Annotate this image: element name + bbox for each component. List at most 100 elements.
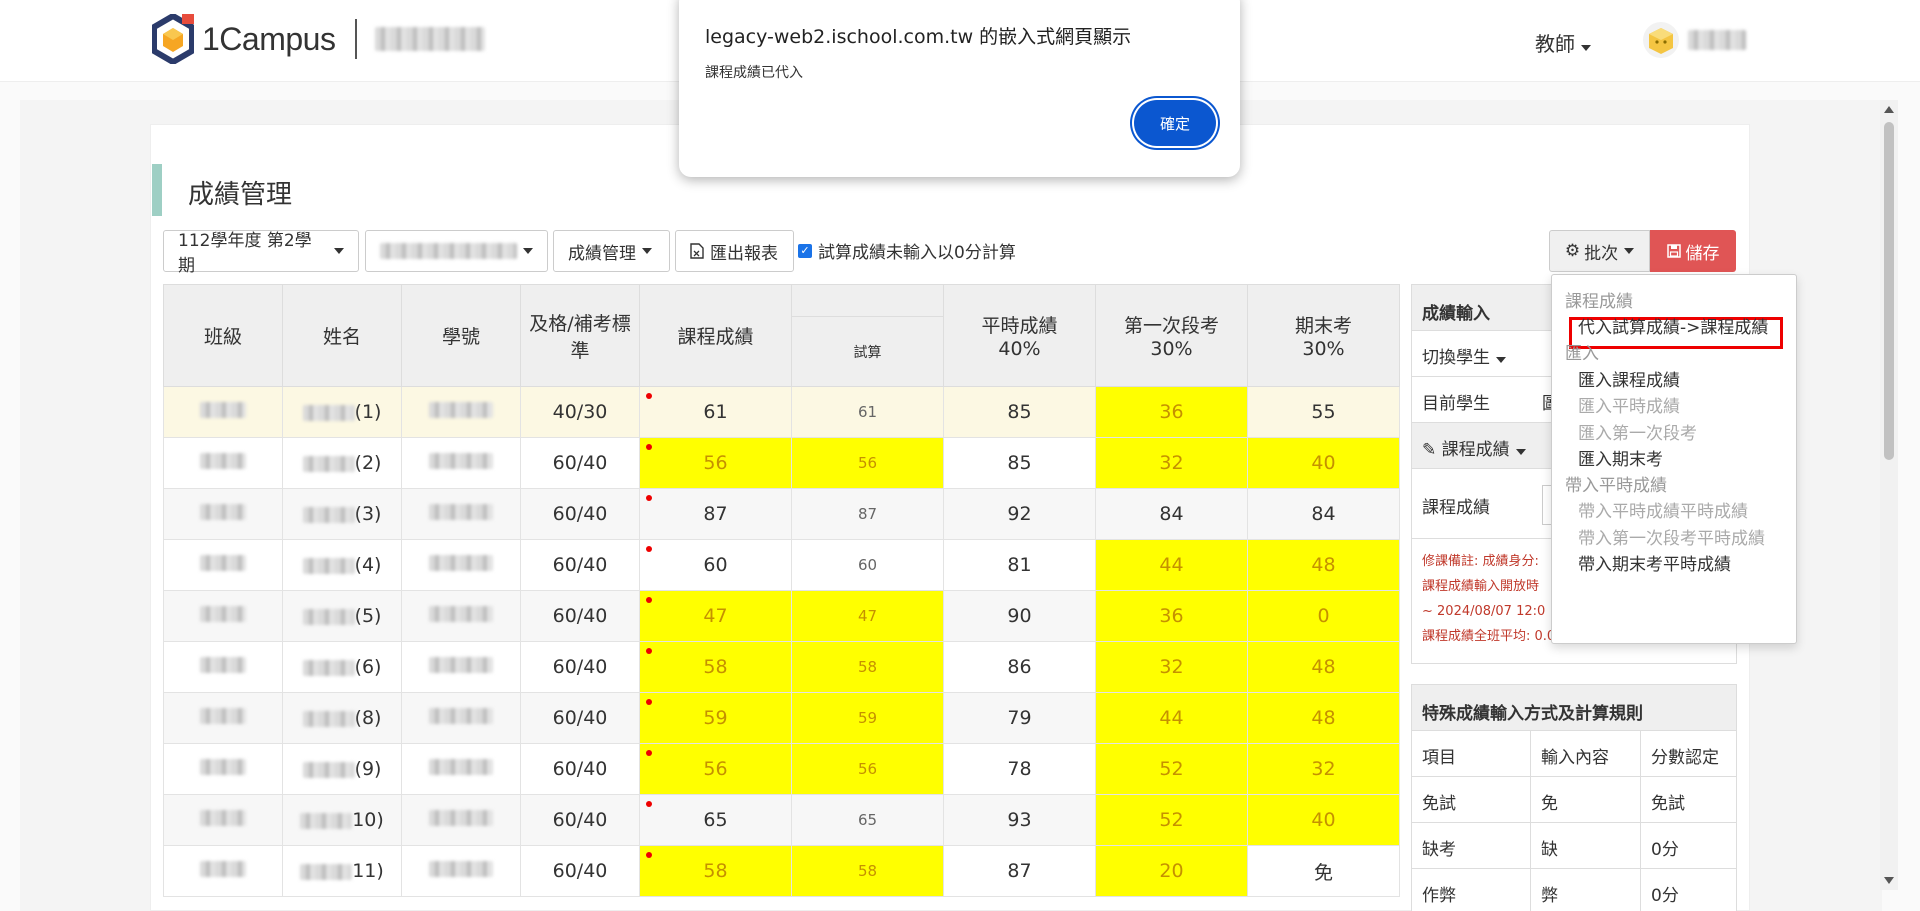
id-redacted xyxy=(429,657,493,673)
zero-score-option[interactable]: ✓ 試算成績未輸入以0分計算 xyxy=(798,238,1016,263)
logo[interactable]: 1Campus xyxy=(152,14,486,64)
name-redacted xyxy=(302,710,355,727)
daily-value: 86 xyxy=(1007,656,1032,678)
mid-value: 44 xyxy=(1159,707,1184,729)
name-redacted xyxy=(302,659,355,676)
cell-name: (3) xyxy=(282,488,402,540)
page-scrollbar[interactable] xyxy=(1880,100,1898,890)
caret-down-icon xyxy=(523,248,533,254)
cell-course[interactable]: 58 xyxy=(639,641,792,693)
table-row[interactable]: (4) 60/40 60 60 81 44 48 xyxy=(163,539,1400,591)
rule-score: 免試 xyxy=(1651,794,1685,814)
name-redacted xyxy=(300,812,353,829)
dialog-ok-button[interactable]: 確定 xyxy=(1134,100,1216,146)
final-pct: 30% xyxy=(1302,338,1345,360)
cell-standard: 60/40 xyxy=(520,845,640,897)
standard-value: 60/40 xyxy=(552,503,608,525)
menu-item[interactable]: 帶入期末考平時成績 xyxy=(1552,544,1796,576)
cell-course[interactable]: 56 xyxy=(639,437,792,489)
course-name-redacted xyxy=(380,243,517,259)
grade-management-dropdown[interactable]: 成績管理 xyxy=(553,230,670,272)
col-header-name: 姓名 xyxy=(282,284,402,387)
scroll-thumb[interactable] xyxy=(1884,122,1894,460)
cell-course[interactable]: 60 xyxy=(639,539,792,591)
course-grade-dropdown-label: 課程成績 xyxy=(1441,440,1510,460)
cell-trial: 56 xyxy=(791,437,944,489)
cell-standard: 60/40 xyxy=(520,590,640,642)
cell-name: (6) xyxy=(282,641,402,693)
cell-mid: 32 xyxy=(1095,437,1248,489)
cell-course[interactable]: 47 xyxy=(639,590,792,642)
semester-dropdown[interactable]: 112學年度 第2學期 xyxy=(163,230,359,276)
table-row[interactable]: (1) 40/30 61 61 85 36 55 xyxy=(163,386,1400,438)
course-grade-field-label: 課程成績 xyxy=(1422,498,1490,518)
modified-dot-icon xyxy=(646,597,652,603)
cell-daily: 87 xyxy=(943,845,1096,897)
standard-value: 60/40 xyxy=(552,707,608,729)
table-row[interactable]: (3) 60/40 87 87 92 84 84 xyxy=(163,488,1400,540)
rule-header-item: 項目 xyxy=(1412,731,1531,776)
final-value: 免 xyxy=(1313,861,1333,884)
table-row[interactable]: (2) 60/40 56 56 85 32 40 xyxy=(163,437,1400,489)
name-redacted xyxy=(302,761,355,778)
export-report-button[interactable]: 匯出報表 xyxy=(675,230,794,272)
caret-down-icon xyxy=(1624,248,1635,254)
table-row[interactable]: (8) 60/40 59 59 79 44 48 xyxy=(163,692,1400,744)
batch-button[interactable]: ⚙ 批次 xyxy=(1549,230,1650,272)
cell-id xyxy=(401,641,521,693)
id-redacted xyxy=(429,453,493,469)
rule-row: 免試 免 免試 xyxy=(1412,777,1736,823)
cell-course[interactable]: 61 xyxy=(639,386,792,438)
table-row[interactable]: (6) 60/40 58 58 86 32 48 xyxy=(163,641,1400,693)
cell-course[interactable]: 56 xyxy=(639,743,792,795)
cell-name: (4) xyxy=(282,539,402,591)
cell-mid: 44 xyxy=(1095,692,1248,744)
save-button[interactable]: 儲存 xyxy=(1650,230,1736,272)
cell-course[interactable]: 58 xyxy=(639,845,792,897)
cell-final: 40 xyxy=(1247,794,1400,846)
scroll-down-arrow-icon[interactable] xyxy=(1884,877,1894,884)
seat-number: 10) xyxy=(352,809,384,831)
rule-input: 弊 xyxy=(1531,869,1641,911)
cell-mid: 36 xyxy=(1095,590,1248,642)
cell-course[interactable]: 59 xyxy=(639,692,792,744)
cell-daily: 92 xyxy=(943,488,1096,540)
title-accent-bar xyxy=(152,164,162,216)
name-redacted xyxy=(302,455,355,472)
daily-pct: 40% xyxy=(998,338,1041,360)
modified-dot-icon xyxy=(646,852,652,858)
table-row[interactable]: 10) 60/40 65 65 93 52 40 xyxy=(163,794,1400,846)
seat-number: (8) xyxy=(354,707,382,729)
table-row[interactable]: (9) 60/40 56 56 78 52 32 xyxy=(163,743,1400,795)
final-value: 84 xyxy=(1311,503,1336,525)
class-redacted xyxy=(200,453,246,469)
cell-mid: 52 xyxy=(1095,743,1248,795)
cell-final: 48 xyxy=(1247,692,1400,744)
daily-value: 87 xyxy=(1007,860,1032,882)
logo-divider xyxy=(355,19,358,59)
rule-input: 免 xyxy=(1531,777,1641,822)
cell-class xyxy=(163,641,283,693)
name-redacted xyxy=(302,557,355,574)
cell-daily: 79 xyxy=(943,692,1096,744)
cell-trial: 56 xyxy=(791,743,944,795)
mid-value: 52 xyxy=(1159,809,1184,831)
course-value: 60 xyxy=(703,554,728,576)
id-redacted xyxy=(429,504,493,520)
role-dropdown[interactable]: 教師 xyxy=(1535,28,1591,57)
seat-number: (5) xyxy=(354,605,382,627)
class-redacted xyxy=(200,759,246,775)
final-value: 55 xyxy=(1311,401,1336,423)
zero-score-checkbox[interactable]: ✓ xyxy=(798,243,812,258)
zero-score-label: 試算成績未輸入以0分計算 xyxy=(818,243,1016,263)
cell-course[interactable]: 87 xyxy=(639,488,792,540)
cell-course[interactable]: 65 xyxy=(639,794,792,846)
mid-value: 36 xyxy=(1159,401,1184,423)
scroll-up-arrow-icon[interactable] xyxy=(1884,106,1894,113)
avatar[interactable] xyxy=(1643,22,1679,58)
table-row[interactable]: (5) 60/40 47 47 90 36 0 xyxy=(163,590,1400,642)
grade-table-body: (1) 40/30 61 61 85 36 55 (2) 60/40 56 56 85 32 40 (3) 6… xyxy=(163,386,1400,897)
cell-mid: 52 xyxy=(1095,794,1248,846)
table-row[interactable]: 11) 60/40 58 58 87 20 免 xyxy=(163,845,1400,897)
course-dropdown[interactable] xyxy=(365,230,548,272)
